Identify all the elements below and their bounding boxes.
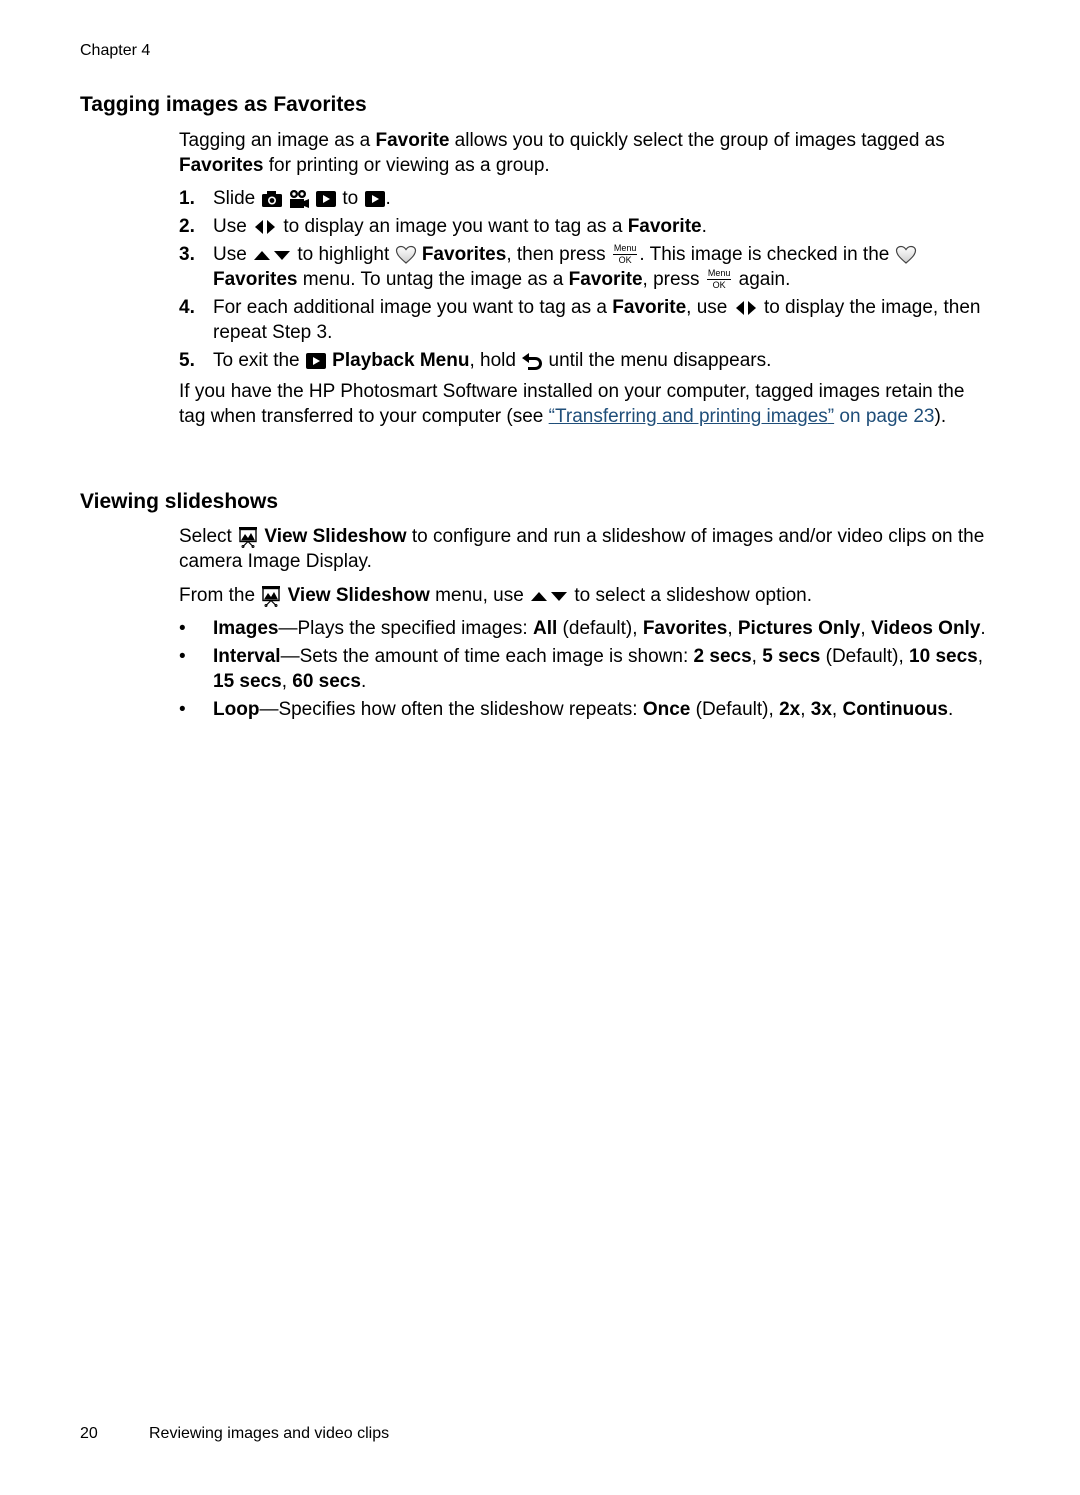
up-down-arrows-icon bbox=[252, 248, 292, 262]
step-item: 4. For each additional image you want to… bbox=[179, 297, 981, 343]
step-item: 5. To exit the Playback Menu, hold until… bbox=[179, 350, 772, 371]
video-camera-icon bbox=[288, 189, 310, 209]
step-number: 3. bbox=[179, 244, 195, 265]
slideshow-options: • Images—Plays the specified images: All… bbox=[179, 616, 989, 722]
playback-icon bbox=[364, 190, 386, 208]
tagging-steps: 1. Slide to . 2. Use to display an image… bbox=[179, 186, 989, 373]
heart-icon bbox=[395, 245, 417, 265]
step-number: 1. bbox=[179, 188, 195, 209]
cross-reference-link[interactable]: “Transferring and printing images” bbox=[549, 406, 834, 427]
bullet: • bbox=[179, 618, 186, 639]
slideshow-icon bbox=[237, 526, 259, 548]
tagging-intro: Tagging an image as a Favorite allows yo… bbox=[179, 130, 945, 176]
option-item-loop: • Loop—Specifies how often the slideshow… bbox=[179, 699, 954, 720]
step-item: 2. Use to display an image you want to t… bbox=[179, 216, 707, 237]
back-arrow-icon bbox=[521, 351, 543, 371]
slideshow-icon bbox=[260, 585, 282, 607]
page-footer: 20 Reviewing images and video clips bbox=[80, 1425, 389, 1443]
step-item: 3. Use to highlight Favorites, then pres… bbox=[179, 242, 989, 292]
option-item-images: • Images—Plays the specified images: All… bbox=[179, 618, 986, 639]
tagging-note: If you have the HP Photosmart Software i… bbox=[179, 381, 965, 427]
left-right-arrows-icon bbox=[252, 219, 278, 235]
section-title-tagging: Tagging images as Favorites bbox=[80, 93, 367, 116]
slideshow-instruction: From the View Slideshow menu, use to sel… bbox=[179, 585, 812, 607]
up-down-arrows-icon bbox=[529, 589, 569, 603]
section-title-slideshows: Viewing slideshows bbox=[80, 490, 279, 513]
bullet: • bbox=[179, 699, 186, 720]
step-number: 4. bbox=[179, 297, 195, 318]
step-item: 1. Slide to . bbox=[179, 188, 391, 209]
page-number: 20 bbox=[80, 1425, 98, 1442]
left-right-arrows-icon bbox=[733, 300, 759, 316]
playback-icon bbox=[315, 190, 337, 208]
footer-section-title: Reviewing images and video clips bbox=[149, 1425, 390, 1442]
menu-ok-button-icon: Menu OK bbox=[612, 243, 638, 266]
heart-icon bbox=[895, 245, 917, 265]
option-item-interval: • Interval—Sets the amount of time each … bbox=[179, 646, 984, 692]
step-number: 2. bbox=[179, 216, 195, 237]
chapter-label: Chapter 4 bbox=[80, 42, 151, 59]
menu-ok-button-icon: Menu OK bbox=[706, 268, 732, 291]
step-number: 5. bbox=[179, 350, 195, 371]
slideshow-intro: Select View Slideshow to configure and r… bbox=[179, 526, 985, 572]
page-reference[interactable]: on page 23 bbox=[834, 406, 934, 427]
camera-icon bbox=[261, 190, 283, 208]
playback-icon bbox=[305, 352, 327, 370]
tagging-section-body: Tagging an image as a Favorite allows yo… bbox=[179, 128, 989, 429]
slideshows-section-body: Select View Slideshow to configure and r… bbox=[179, 524, 989, 725]
bullet: • bbox=[179, 646, 186, 667]
